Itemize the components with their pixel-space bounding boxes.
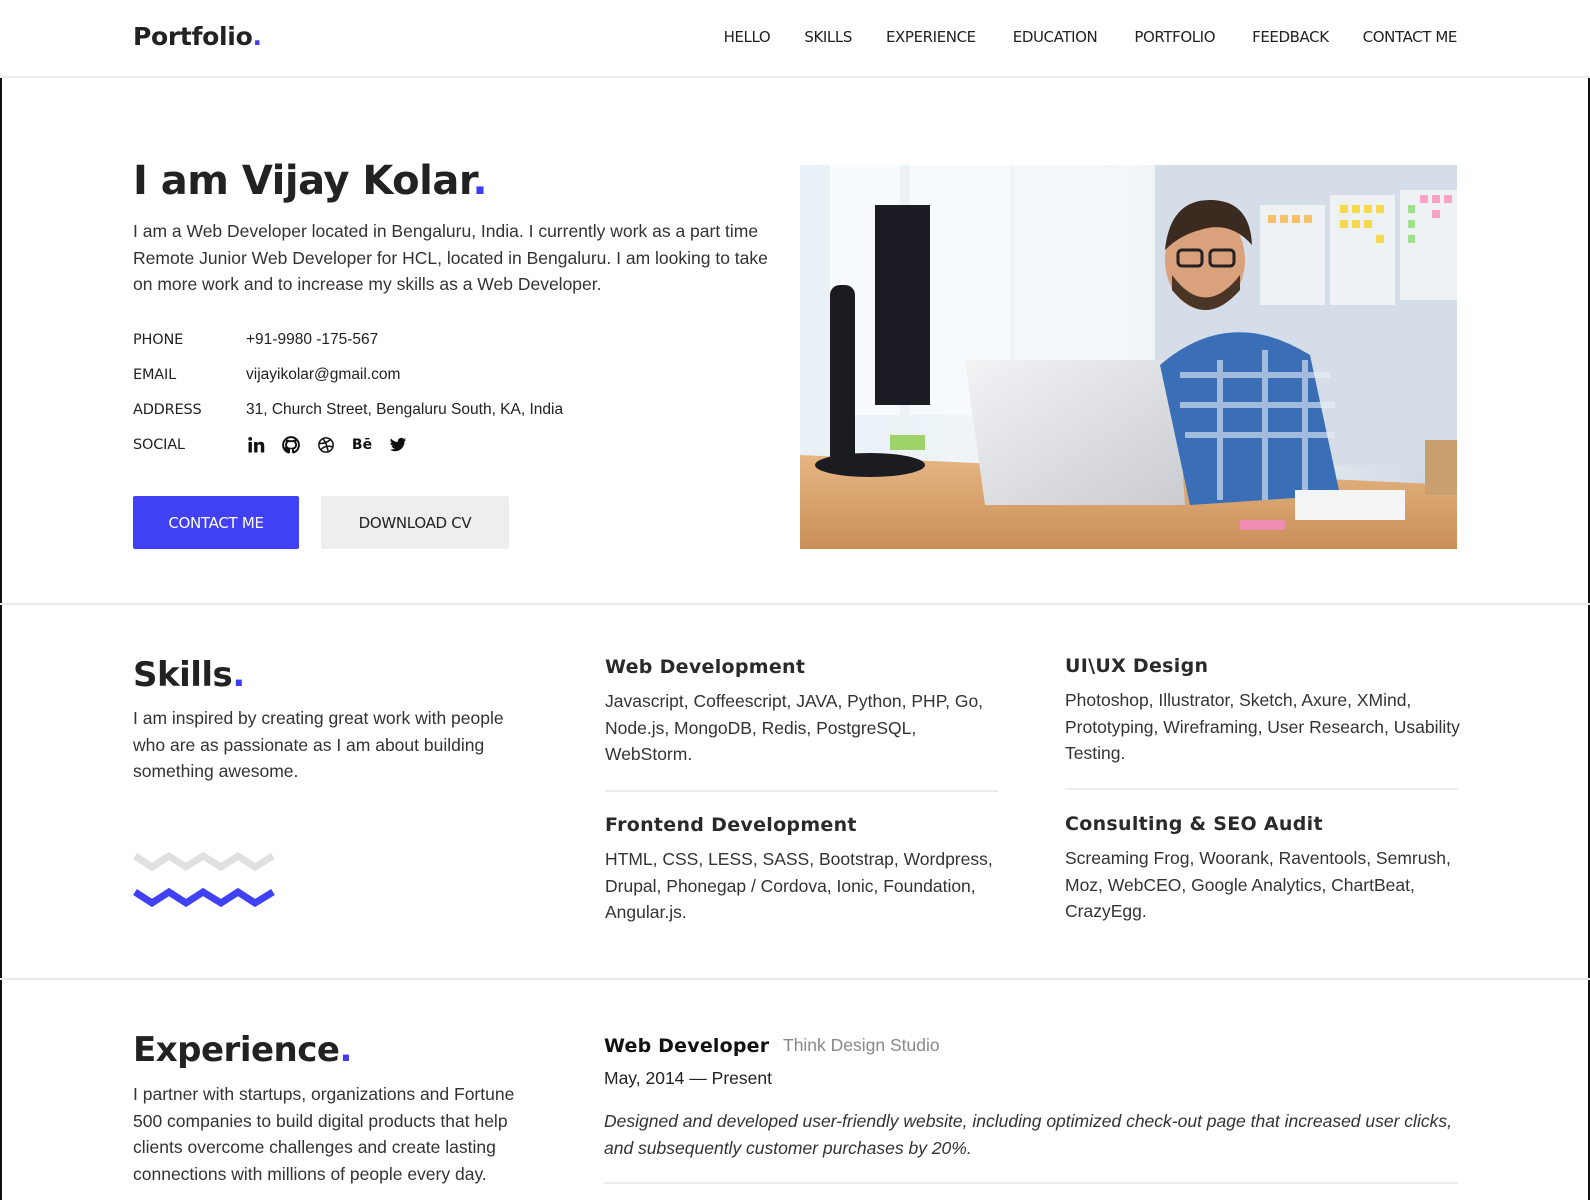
zigzag-accent [133,887,275,908]
photo-illustration [800,165,1457,549]
contact-me-button[interactable]: CONTACT ME [133,496,299,549]
section-divider [0,603,1590,605]
skills-title-dot: . [232,655,245,695]
skill-text: Photoshop, Illustrator, Sketch, Axure, X… [1065,690,1460,763]
logo-text: Portfolio [133,22,253,51]
job-dates: May, 2014 — Present [604,1068,772,1088]
nav-contact-me[interactable]: CONTACT ME [1363,28,1458,46]
hero-title-dot: . [472,158,488,204]
experience-description: I partner with startups, organizations a… [133,1084,515,1184]
nav-feedback[interactable]: FEEDBACK [1252,28,1329,46]
skill-text: Screaming Frog, Woorank, Raventools, Sem… [1065,848,1451,921]
skill-card-uiux-design: UI\UX Design Photoshop, Illustrator, Ske… [1065,655,1465,767]
github-icon[interactable] [281,435,301,455]
nav-experience[interactable]: EXPERIENCE [886,28,976,46]
behance-icon[interactable]: Bē [351,435,373,455]
job-description: Designed and developed user-friendly web… [604,1111,1452,1158]
skill-card-consulting-seo: Consulting & SEO Audit Screaming Frog, W… [1065,813,1460,925]
contact-info: PHONE +91-9980 -175-567 EMAIL vijayikola… [133,322,563,462]
address-label: ADDRESS [133,401,202,418]
skill-divider [1065,788,1458,790]
phone-value[interactable]: +91-9980 -175-567 [246,331,378,349]
experience-title: Experience. [133,1030,352,1070]
nav-hello[interactable]: HELLO [724,28,771,46]
section-divider [0,978,1590,980]
skill-text: Javascript, Coffeescript, JAVA, Python, … [605,691,984,764]
zigzag-decoration [133,851,275,908]
social-label: SOCIAL [133,436,185,453]
skill-title: Frontend Development [605,814,857,836]
dribbble-icon[interactable] [316,435,336,455]
skill-card-frontend-development: Frontend Development HTML, CSS, LESS, SA… [605,814,1000,926]
skill-divider [605,790,998,792]
download-cv-button[interactable]: DOWNLOAD CV [321,496,509,549]
phone-label: PHONE [133,331,184,348]
behance-text: Bē [351,436,373,453]
skill-card-web-development: Web Development Javascript, Coffeescript… [605,656,1000,768]
job-company: Think Design Studio [783,1035,940,1055]
hero-description: I am a Web Developer located in Bengalur… [133,221,768,294]
info-row-phone: PHONE +91-9980 -175-567 [133,322,563,357]
skills-description: I am inspired by creating great work wit… [133,708,504,781]
site-header: Portfolio. HELLO SKILLS EXPERIENCE EDUCA… [0,0,1590,78]
job-title: Web Developer [604,1035,770,1057]
nav-skills[interactable]: SKILLS [804,28,852,46]
skill-title: Consulting & SEO Audit [1065,813,1323,835]
logo-dot: . [252,22,262,51]
email-value[interactable]: vijayikolar@gmail.com [246,366,400,384]
logo[interactable]: Portfolio. [133,22,262,51]
hero-photo [800,165,1457,549]
info-row-email: EMAIL vijayikolar@gmail.com [133,357,563,392]
nav-education[interactable]: EDUCATION [1013,28,1098,46]
twitter-icon[interactable] [388,435,408,455]
experience-title-dot: . [339,1030,352,1070]
skill-text: HTML, CSS, LESS, SASS, Bootstrap, Wordpr… [605,849,993,922]
hero-title-text: I am Vijay Kolar [133,158,473,204]
info-row-social: SOCIAL Bē [133,427,563,462]
zigzag-light [133,851,275,872]
address-value: 31, Church Street, Bengaluru South, KA, … [246,400,564,418]
job-divider [604,1182,1458,1184]
skills-title-text: Skills [133,655,233,695]
skill-title: UI\UX Design [1065,655,1209,677]
hero-title: I am Vijay Kolar. [133,158,488,204]
info-row-address: ADDRESS 31, Church Street, Bengaluru Sou… [133,392,563,427]
email-label: EMAIL [133,366,176,383]
skills-title: Skills. [133,655,245,695]
experience-title-text: Experience [133,1030,340,1070]
main-nav: HELLO SKILLS EXPERIENCE EDUCATION PORTFO… [724,28,1458,46]
nav-portfolio[interactable]: PORTFOLIO [1134,28,1215,46]
skill-title: Web Development [605,656,806,678]
social-links: Bē [246,435,408,455]
linkedin-icon[interactable] [246,435,266,455]
